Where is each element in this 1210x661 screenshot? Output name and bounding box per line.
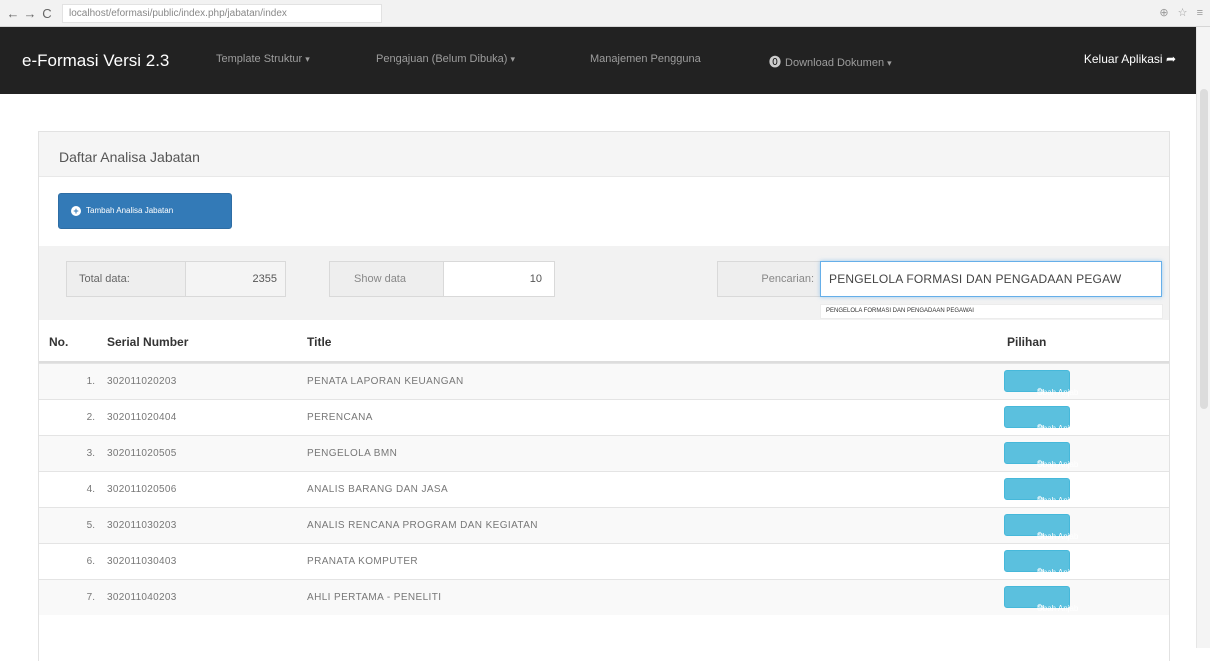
search-input[interactable]: PENGELOLA FORMASI DAN PENGADAAN PEGAW [820, 261, 1162, 297]
search-suggestion-item[interactable]: PENGELOLA FORMASI DAN PENGADAAN PEGAWAI [820, 304, 1163, 319]
caret-down-icon: ▾ [887, 58, 892, 68]
row-no: 1. [86, 376, 95, 387]
nav-manajemen-pengguna[interactable]: Manajemen Pengguna [590, 53, 701, 65]
table-row: 2. 302011020404 PERENCANA ✎ Ubah Anjab [39, 399, 1169, 435]
app-brand[interactable]: e-Formasi Versi 2.3 [22, 51, 169, 71]
row-serial: 302011020506 [107, 484, 177, 495]
row-serial: 302011020404 [107, 412, 177, 423]
reload-icon[interactable]: C [40, 6, 54, 21]
row-serial: 302011020203 [107, 376, 177, 387]
table-row: 5. 302011030203 ANALIS RENCANA PROGRAM D… [39, 507, 1169, 543]
page-scrollbar[interactable] [1196, 27, 1210, 648]
row-no: 6. [86, 556, 95, 567]
row-serial: 302011040203 [107, 592, 177, 603]
share-arrow-icon: ➦ [1165, 52, 1176, 66]
row-title: PERENCANA [307, 412, 373, 423]
header-pilihan: Pilihan [1007, 335, 1047, 349]
search-group: Pencarian: PENGELOLA FORMASI DAN PENGADA… [717, 261, 1162, 297]
table-header: No. Serial Number Title Pilihan [39, 320, 1169, 363]
row-serial: 302011030203 [107, 520, 177, 531]
top-navbar: e-Formasi Versi 2.3 Template Struktur ▾ P… [0, 27, 1196, 94]
table-row: 7. 302011040203 AHLI PERTAMA - PENELITI … [39, 579, 1169, 615]
show-data-input[interactable]: 10 [444, 262, 554, 296]
edit-anjab-button[interactable]: ✎ Ubah Anjab [1004, 478, 1078, 506]
total-data-value: 2355 [186, 262, 285, 296]
edit-anjab-button[interactable]: ✎ Ubah Anjab [1004, 586, 1078, 614]
edit-anjab-button[interactable]: ✎ Ubah Anjab [1004, 550, 1078, 578]
search-label: Pencarian: [717, 261, 820, 297]
total-data-label: Total data: [67, 262, 186, 296]
plus-circle-icon: + [71, 206, 81, 216]
row-serial: 302011030403 [107, 556, 177, 567]
nav-label: Download Dokumen [785, 57, 885, 69]
header-no: No. [49, 335, 69, 349]
row-title: AHLI PERTAMA - PENELITI [307, 592, 442, 603]
add-jabatan-button[interactable]: + Tambah Analisa Jabatan [58, 193, 232, 229]
nav-download-dokumen[interactable]: ⓿ Download Dokumen ▾ [769, 53, 892, 70]
jabatan-table: No. Serial Number Title Pilihan 1. 30201… [39, 320, 1169, 615]
total-data-group: Total data: 2355 [66, 261, 286, 297]
row-title: PENGELOLA BMN [307, 448, 398, 459]
row-title: PRANATA KOMPUTER [307, 556, 419, 567]
table-row: 6. 302011030403 PRANATA KOMPUTER ✎ Ubah A… [39, 543, 1169, 579]
caret-down-icon: ▾ [305, 54, 310, 64]
table-body: 1. 302011020203 PENATA LAPORAN KEUANGAN … [39, 363, 1169, 615]
edit-anjab-button[interactable]: ✎ Ubah Anjab [1004, 370, 1078, 398]
row-title: ANALIS BARANG DAN JASA [307, 484, 449, 495]
row-title: ANALIS RENCANA PROGRAM DAN KEGIATAN [307, 520, 538, 531]
edit-anjab-button[interactable]: ✎ Ubah Anjab [1004, 406, 1078, 434]
forward-icon[interactable]: → [23, 6, 37, 21]
nav-pengajuan[interactable]: Pengajuan (Belum Dibuka) ▾ [376, 53, 515, 65]
edit-label: Ubah Anjab [1037, 604, 1079, 613]
nav-label: Manajemen Pengguna [590, 53, 701, 65]
nav-label: Pengajuan (Belum Dibuka) [376, 53, 508, 65]
show-data-label: Show data [330, 262, 444, 296]
nav-label: Template Struktur [216, 53, 303, 65]
show-data-group: Show data 10 [329, 261, 555, 297]
jabatan-panel: Daftar Analisa Jabatan + Tambah Analisa J… [38, 131, 1170, 661]
browser-toolbar: ← → C localhost/eformasi/public/index.ph… [0, 0, 1210, 27]
address-bar[interactable]: localhost/eformasi/public/index.php/jaba… [62, 3, 382, 23]
panel-title: Daftar Analisa Jabatan [39, 132, 1169, 177]
header-serial-number: Serial Number [107, 335, 189, 349]
scrollbar-thumb[interactable] [1200, 89, 1208, 409]
row-no: 4. [86, 484, 95, 495]
nav-template-struktur[interactable]: Template Struktur ▾ [216, 53, 310, 65]
edit-anjab-button[interactable]: ✎ Ubah Anjab [1004, 442, 1078, 470]
table-row: 3. 302011020505 PENGELOLA BMN ✎ Ubah Anja… [39, 435, 1169, 471]
edit-anjab-button[interactable]: ✎ Ubah Anjab [1004, 514, 1078, 542]
table-row: 4. 302011020506 ANALIS BARANG DAN JASA ✎… [39, 471, 1169, 507]
browser-menu-icons[interactable]: ⊕ ☆ ≡ [1159, 6, 1206, 19]
caret-down-icon: ▾ [510, 54, 515, 64]
row-title: PENATA LAPORAN KEUANGAN [307, 376, 464, 387]
header-title: Title [307, 335, 332, 349]
table-row: 1. 302011020203 PENATA LAPORAN KEUANGAN … [39, 363, 1169, 399]
row-no: 3. [86, 448, 95, 459]
row-no: 2. [86, 412, 95, 423]
logout-label: Keluar Aplikasi [1083, 52, 1163, 66]
info-icon: ⓿ [769, 55, 782, 69]
logout-link[interactable]: Keluar Aplikasi ➦ [1084, 52, 1176, 66]
back-icon[interactable]: ← [6, 6, 20, 21]
row-no: 5. [86, 520, 95, 531]
row-no: 7. [86, 592, 95, 603]
add-button-label: Tambah Analisa Jabatan [86, 206, 174, 215]
row-serial: 302011020505 [107, 448, 177, 459]
